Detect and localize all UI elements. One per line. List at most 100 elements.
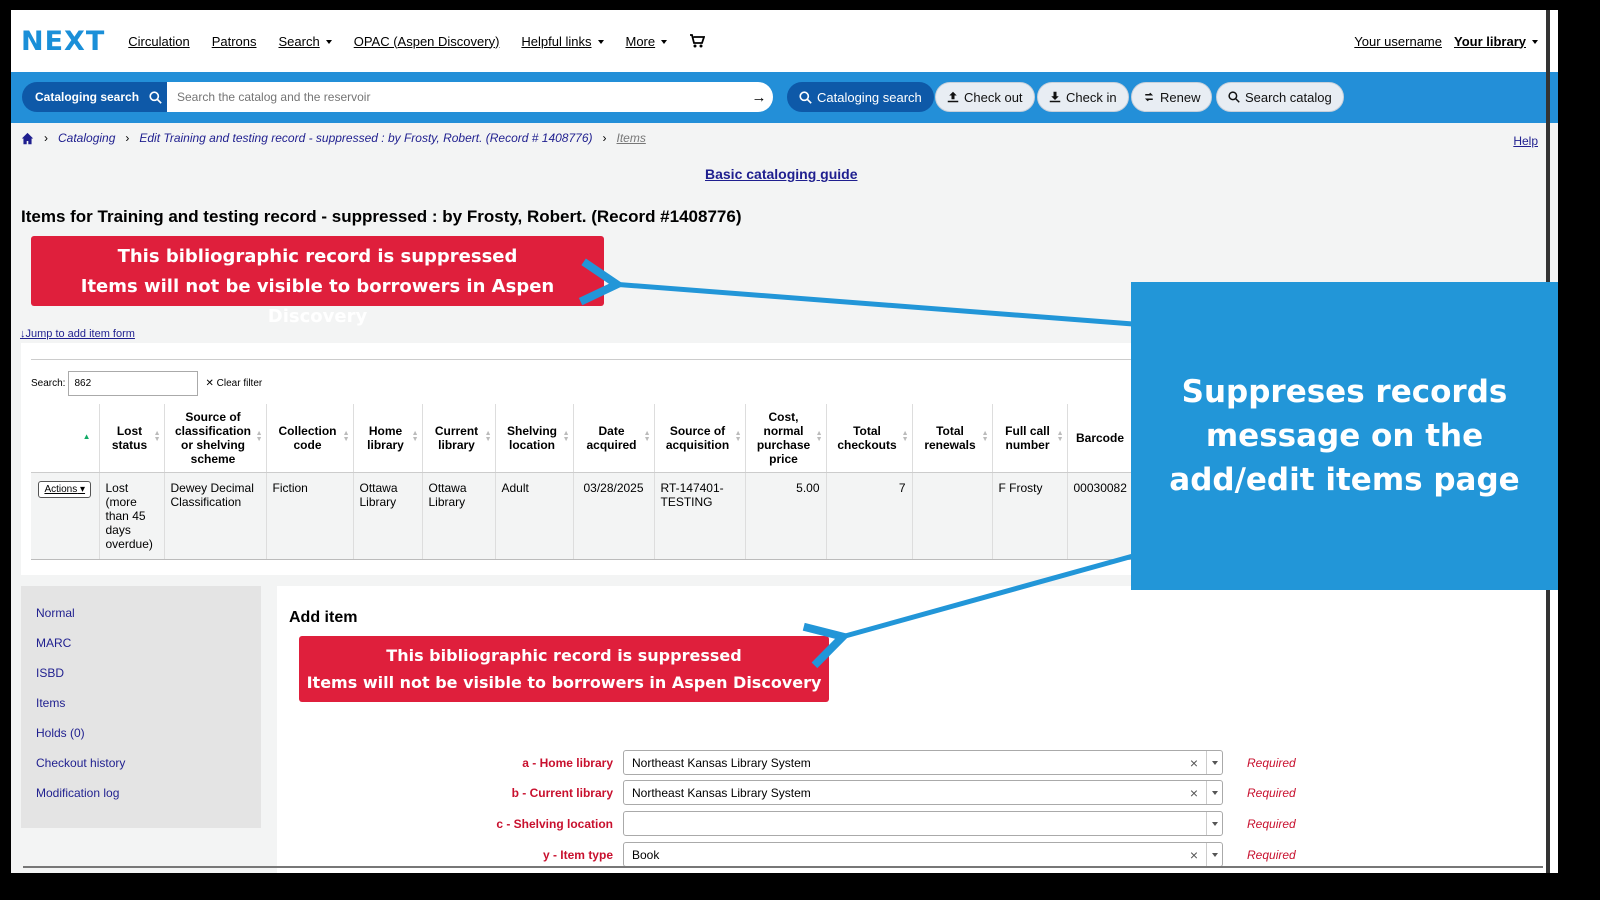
col-header-call-number[interactable]: Full call number ▲ ▼ [992,404,1068,473]
chevron-down-icon[interactable] [1206,781,1222,804]
select-value: Northeast Kansas Library System [632,755,811,770]
library-menu[interactable]: Your library [1454,34,1538,49]
cell-barcode: 00030082 [1067,472,1138,560]
chevron-right-icon: › [125,131,130,145]
basic-cataloging-guide-link[interactable]: Basic cataloging guide [705,166,857,182]
col-header-checkouts[interactable]: Total checkouts ▲ ▼ [826,404,913,473]
cataloging-search-scope[interactable]: Cataloging search [22,82,168,112]
actions-label: Actions [44,483,78,495]
breadcrumb-edit-record[interactable]: Edit Training and testing record - suppr… [139,131,592,145]
cell-date-acquired: 03/28/2025 [573,472,655,560]
search-band: Cataloging search → Cataloging search Ch… [11,72,1558,123]
renew-button[interactable]: Renew [1131,82,1213,112]
help-link[interactable]: Help [1513,134,1538,148]
col-header-source[interactable]: Source of classification or shelving sch… [164,404,267,473]
actions-button[interactable]: Actions ▾ [38,480,92,498]
field-label: b - Current library [511,785,613,800]
library-label: Your library [1453,33,1526,49]
col-header-home-library[interactable]: Home library ▲ ▼ [353,404,423,473]
chevron-down-icon[interactable] [1206,751,1222,774]
sidenav-isbd[interactable]: ISBD [36,658,261,688]
sidenav-modification-log[interactable]: Modification log [36,778,261,808]
cell-checkouts: 7 [826,472,913,560]
field-label: y - Item type [542,847,613,862]
catalog-search-input[interactable] [167,82,745,112]
nav-search-label: Search [278,33,320,49]
chevron-down-icon[interactable] [1206,843,1222,866]
cell-home-library: Ottawa Library [353,472,423,560]
search-submit-arrow-icon[interactable]: → [745,82,773,112]
check-in-button[interactable]: Check in [1037,82,1129,112]
header-label: Total checkouts [837,423,897,452]
bottom-divider [23,866,1543,868]
col-header-renewals[interactable]: Total renewals ▲ ▼ [912,404,993,473]
sidenav-items[interactable]: Items [36,688,261,718]
col-header-cost[interactable]: Cost, normal purchase price ▲ ▼ [745,404,827,473]
current-library-select[interactable]: Northeast Kansas Library System × [623,780,1223,805]
add-item-title: Add item [289,609,358,626]
col-header-select[interactable]: ▲ [31,404,100,473]
home-library-select[interactable]: Northeast Kansas Library System × [623,750,1223,775]
cell-cost: 5.00 [745,472,827,560]
sidenav-marc[interactable]: MARC [36,628,261,658]
shelving-location-select[interactable] [623,811,1223,836]
user-menu: Your username Your library [1354,34,1538,49]
header-label: Current library [434,423,479,452]
breadcrumb: › Cataloging › Edit Training and testing… [21,131,646,145]
item-type-select[interactable]: Book × [623,842,1223,867]
sidenav-holds[interactable]: Holds (0) [36,718,261,748]
breadcrumb-items: Items [616,131,646,145]
home-icon[interactable] [21,132,34,145]
items-table: ▲ Lost status ▲ ▼ Source of classification… [31,404,1138,560]
button-label: Check in [1066,89,1117,105]
col-header-shelving[interactable]: Shelving location ▲ ▼ [495,404,574,473]
alert-line2: Items will not be visible to borrowers i… [306,673,822,692]
cataloging-search-button[interactable]: Cataloging search [787,82,934,112]
suppressed-alert: This bibliographic record is suppressed … [31,236,604,327]
cell-lost-status: Lost (more than 45 days overdue) [99,472,165,560]
col-header-current-library[interactable]: Current library ▲ ▼ [422,404,496,473]
sidenav-normal[interactable]: Normal [36,598,261,628]
nav-search[interactable]: Search [279,34,332,49]
cell-current-library: Ottawa Library [422,472,496,560]
table-search-input[interactable] [68,371,199,396]
breadcrumb-cataloging[interactable]: Cataloging [58,131,115,145]
clear-icon[interactable]: × [1190,785,1198,801]
nav-more[interactable]: More [626,34,668,49]
nav-helpful-links[interactable]: Helpful links [521,34,603,49]
record-sidenav: Normal MARC ISBD Items Holds (0) Checkou… [21,586,261,828]
col-header-source-acq[interactable]: Source of acquisition ▲ ▼ [654,404,746,473]
upload-icon [947,91,959,103]
clear-icon[interactable]: × [1190,847,1198,863]
search-catalog-button[interactable]: Search catalog [1216,82,1344,112]
next-logo[interactable]: NEXT [21,26,105,57]
chevron-right-icon: › [602,131,607,145]
select-value: Northeast Kansas Library System [632,785,811,800]
username-link[interactable]: Your username [1354,34,1442,49]
nav-circulation[interactable]: Circulation [128,34,189,49]
jump-label: Jump to add item form [25,328,135,340]
required-label: Required [1247,785,1296,800]
col-header-barcode[interactable]: Barcode [1067,404,1138,473]
field-home-library: a - Home library Northeast Kansas Librar… [451,750,1296,775]
required-label: Required [1247,847,1296,862]
clear-filter-button[interactable]: ✕ Clear filter [205,378,262,389]
alert-line1: This bibliographic record is suppressed [117,246,518,267]
header-label: Source of acquisition [665,423,730,452]
sidenav-checkout-history[interactable]: Checkout history [36,748,261,778]
jump-to-add-item-link[interactable]: ↓Jump to add item form [20,328,135,340]
cell-shelving: Adult [495,472,574,560]
chevron-down-icon[interactable] [1206,812,1222,835]
nav-opac[interactable]: OPAC (Aspen Discovery) [354,34,500,49]
cell-collection: Fiction [266,472,354,560]
clear-icon[interactable]: × [1190,755,1198,771]
cell-source-acq: RT-147401-TESTING [654,472,746,560]
col-header-collection[interactable]: Collection code ▲ ▼ [266,404,354,473]
cart-icon[interactable] [689,33,706,49]
col-header-date-acquired[interactable]: Date acquired ▲ ▼ [573,404,655,473]
nav-patrons[interactable]: Patrons [212,34,257,49]
col-header-lost-status[interactable]: Lost status ▲ ▼ [99,404,165,473]
download-icon [1049,91,1061,103]
page-title: Items for Training and testing record - … [21,207,742,226]
check-out-button[interactable]: Check out [935,82,1035,112]
